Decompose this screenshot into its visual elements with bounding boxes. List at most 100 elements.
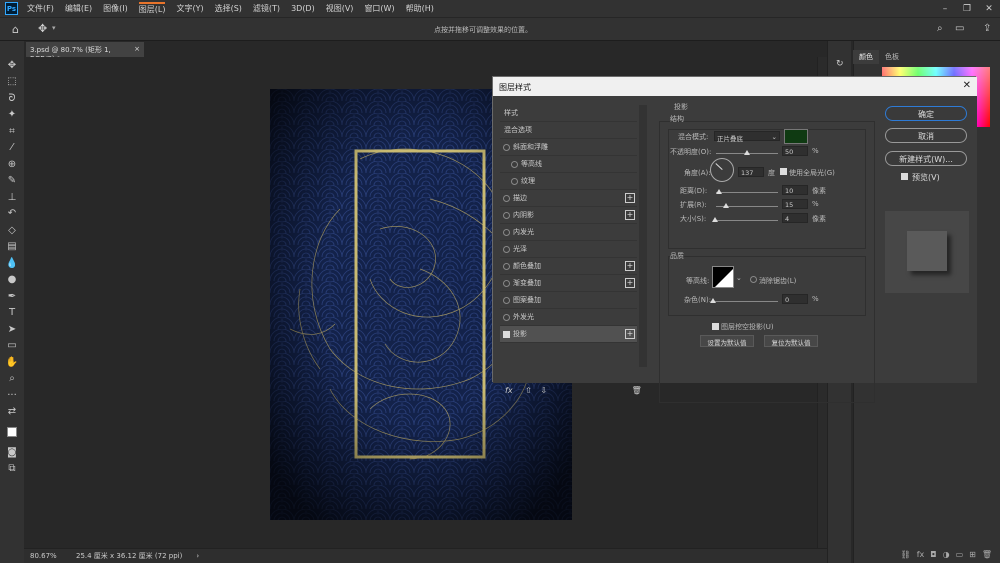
list-scrollbar[interactable] [639, 105, 647, 367]
hand-icon[interactable]: ✋ [0, 354, 24, 371]
size-slider[interactable] [716, 220, 778, 221]
angle-input[interactable]: 137 [738, 167, 764, 177]
quick-mask-icon[interactable]: ◙ [0, 444, 24, 461]
rectangle-icon[interactable]: ▭ [0, 338, 24, 355]
style-item[interactable]: 纹理 [500, 173, 637, 190]
add-effect-icon[interactable]: + [625, 329, 635, 339]
fx-menu-icon[interactable]: fx [505, 386, 513, 395]
style-item[interactable]: 内阴影 + [500, 207, 637, 224]
document-tab[interactable]: 3.psd @ 80.7% (矩形 1, RGB/8) * × [26, 42, 144, 63]
preview-checkbox[interactable] [901, 173, 908, 180]
close-icon[interactable]: ✕ [978, 0, 1000, 17]
delete-effect-icon[interactable]: 🗑 [632, 386, 642, 395]
fx-icon[interactable]: fx [917, 550, 925, 559]
menu-window[interactable]: 窗口(W) [364, 3, 394, 14]
chevron-down-icon[interactable]: ▾ [52, 24, 56, 32]
shadow-color-swatch[interactable] [784, 129, 808, 144]
style-item[interactable]: 光泽 [500, 241, 637, 258]
add-effect-icon[interactable]: + [625, 210, 635, 220]
styles-header[interactable]: 样式 [500, 105, 637, 122]
blend-mode-select[interactable]: 正片叠底 ⌄ [714, 131, 780, 143]
eraser-icon[interactable]: ◇ [0, 222, 24, 239]
gradient-icon[interactable]: ▤ [0, 239, 24, 256]
add-effect-icon[interactable]: + [625, 193, 635, 203]
spread-knob[interactable] [723, 203, 729, 208]
distance-input[interactable]: 10 [782, 185, 808, 195]
style-item[interactable]: 描边 + [500, 190, 637, 207]
style-item[interactable]: 内发光 [500, 224, 637, 241]
move-up-icon[interactable]: ⇧ [525, 386, 532, 395]
pen-icon[interactable]: ✒ [0, 288, 24, 305]
make-default-button[interactable]: 设置为默认值 [700, 335, 754, 347]
blend-options[interactable]: 混合选项 [500, 122, 637, 139]
home-icon[interactable]: ⌂ [12, 23, 19, 36]
dodge-icon[interactable]: ● [0, 272, 24, 289]
noise-knob[interactable] [710, 298, 716, 303]
style-checkbox[interactable] [503, 296, 510, 304]
swap-colors-icon[interactable]: ⇄ [0, 404, 24, 421]
cancel-button[interactable]: 取消 [885, 128, 967, 143]
share-icon[interactable]: ⇪ [983, 23, 991, 34]
style-checkbox[interactable] [503, 262, 510, 270]
dialog-title-bar[interactable]: 图层样式 ✕ [493, 77, 977, 96]
angle-dial[interactable] [710, 158, 734, 182]
mask-icon[interactable]: ◘ [930, 550, 936, 559]
style-checkbox[interactable] [503, 143, 510, 151]
path-select-icon[interactable]: ➤ [0, 321, 24, 338]
menu-edit[interactable]: 编辑(E) [65, 3, 92, 14]
noise-slider[interactable] [712, 301, 778, 302]
restore-icon[interactable]: ❐ [956, 0, 978, 17]
dialog-close-icon[interactable]: ✕ [963, 80, 971, 91]
zoom-level[interactable]: 80.67% [30, 552, 70, 560]
status-arrow-icon[interactable]: › [196, 552, 199, 560]
blur-icon[interactable]: 💧 [0, 255, 24, 272]
magic-wand-icon[interactable]: ✦ [0, 107, 24, 124]
distance-slider[interactable] [716, 192, 778, 193]
antialias-checkbox[interactable] [750, 276, 757, 283]
menu-3d[interactable]: 3D(D) [291, 4, 315, 13]
screen-mode-icon[interactable]: ⧉ [0, 461, 24, 478]
style-item[interactable]: 颜色叠加 + [500, 258, 637, 275]
menu-filter[interactable]: 滤镜(T) [253, 3, 280, 14]
style-checkbox[interactable] [503, 228, 510, 236]
marquee-icon[interactable]: ⬚ [0, 74, 24, 91]
spread-input[interactable]: 15 [782, 199, 808, 209]
zoom-icon[interactable]: ⌕ [0, 371, 24, 388]
menu-image[interactable]: 图像(I) [103, 3, 128, 14]
lasso-icon[interactable]: ᘐ [0, 90, 24, 107]
trash-icon[interactable]: 🗑 [982, 550, 992, 559]
type-icon[interactable]: T [0, 305, 24, 322]
style-checkbox[interactable] [511, 177, 518, 185]
adjustment-icon[interactable]: ◑ [943, 550, 950, 559]
new-layer-icon[interactable]: ⊞ [969, 550, 976, 559]
style-item[interactable]: 投影 + [500, 326, 637, 343]
style-checkbox[interactable] [503, 279, 510, 287]
folder-icon[interactable]: ▭ [956, 550, 964, 559]
move-tool-icon[interactable]: ✥ [38, 22, 47, 35]
noise-input[interactable]: 0 [782, 294, 808, 304]
distance-knob[interactable] [716, 189, 722, 194]
link-icon[interactable]: ⛓ [901, 550, 911, 559]
tab-swatches[interactable]: 色板 [879, 50, 905, 64]
menu-view[interactable]: 视图(V) [326, 3, 354, 14]
menu-type[interactable]: 文字(Y) [176, 3, 203, 14]
menu-file[interactable]: 文件(F) [27, 3, 54, 14]
workspace-icon[interactable]: ▭ [955, 23, 964, 34]
contour-dropdown-icon[interactable]: ⌄ [736, 274, 742, 282]
reset-default-button[interactable]: 复位为默认值 [764, 335, 818, 347]
global-light-checkbox[interactable] [780, 168, 787, 175]
search-icon[interactable]: ⌕ [937, 23, 943, 34]
style-checkbox[interactable] [511, 160, 518, 168]
menu-select[interactable]: 选择(S) [215, 3, 242, 14]
opacity-knob[interactable] [744, 150, 750, 155]
stamp-icon[interactable]: ⊥ [0, 189, 24, 206]
style-item[interactable]: 外发光 [500, 309, 637, 326]
style-item[interactable]: 图案叠加 [500, 292, 637, 309]
healing-icon[interactable]: ⊕ [0, 156, 24, 173]
ok-button[interactable]: 确定 [885, 106, 967, 121]
minimize-icon[interactable]: – [934, 0, 956, 17]
menu-layer[interactable]: 图层(L) [138, 2, 166, 15]
history-brush-icon[interactable]: ↶ [0, 206, 24, 223]
foreground-background-icon[interactable] [0, 420, 24, 444]
style-item[interactable]: 斜面和浮雕 [500, 139, 637, 156]
